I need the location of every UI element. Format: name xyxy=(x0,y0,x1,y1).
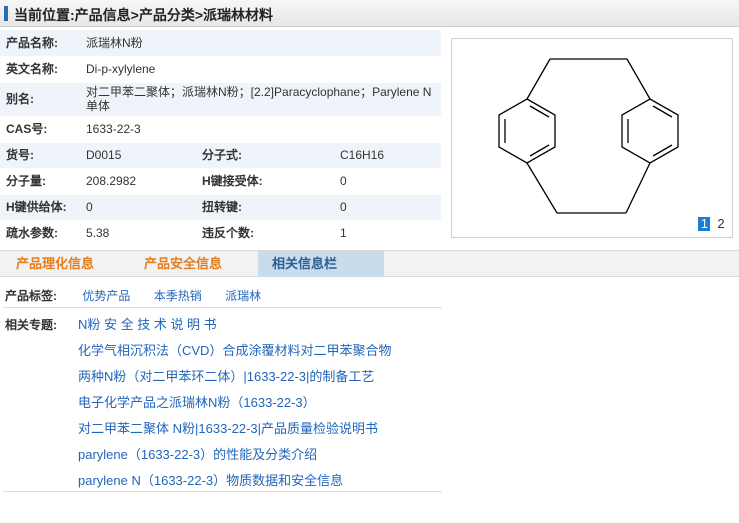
product-name-value: 派瑞林N粉 xyxy=(80,30,441,57)
item-code-value: D0015 xyxy=(80,142,196,169)
cas-value: 1633-22-3 xyxy=(80,116,441,143)
cas-label: CAS号: xyxy=(0,116,80,143)
tab-physchem-info[interactable]: 产品理化信息 xyxy=(16,251,116,277)
structure-image-box: 1 2 xyxy=(451,38,733,238)
property-row: 货号: D0015 分子式: C16H16 xyxy=(0,142,441,169)
related-topics-label: 相关专题: xyxy=(5,318,57,332)
tab-safety-info[interactable]: 产品安全信息 xyxy=(144,251,244,277)
h-bond-donor-value: 0 xyxy=(80,194,196,221)
tab-related-info[interactable]: 相关信息栏 xyxy=(258,251,384,277)
topic-link[interactable]: 对二甲苯二聚体 N粉|1633-22-3|产品质量检验说明书 xyxy=(78,418,378,437)
image-pager: 1 2 xyxy=(697,216,727,231)
english-name-value: Di-p-xylylene xyxy=(80,56,441,83)
logp-label: 疏水参数: xyxy=(0,220,80,247)
property-row: 产品名称: 派瑞林N粉 xyxy=(0,30,441,57)
topic-link[interactable]: 两种N粉（对二甲苯环二体）|1633-22-3|的制备工艺 xyxy=(78,366,374,385)
breadcrumb: 当前位置:产品信息>产品分类>派瑞林材料 xyxy=(14,7,274,23)
info-tabs: 产品理化信息 产品安全信息 相关信息栏 xyxy=(0,250,739,277)
product-tags: 产品标签: 优势产品 本季热销 派瑞林 xyxy=(5,287,281,304)
item-code-label: 货号: xyxy=(0,142,80,169)
rotatable-bonds-label: 扭转键: xyxy=(196,194,334,221)
english-name-label: 英文名称: xyxy=(0,56,80,83)
product-name-label: 产品名称: xyxy=(0,30,80,57)
topics-divider xyxy=(3,491,442,492)
violations-label: 违反个数: xyxy=(196,220,334,247)
rotatable-bonds-value: 0 xyxy=(334,194,441,221)
property-row: 英文名称: Di-p-xylylene xyxy=(0,56,441,83)
tag-link[interactable]: 本季热销 xyxy=(154,289,202,303)
topic-link[interactable]: 电子化学产品之派瑞林N粉（1633-22-3） xyxy=(78,392,316,411)
property-row: CAS号: 1633-22-3 xyxy=(0,116,441,143)
molecular-structure-image xyxy=(498,58,679,214)
property-row: 分子量: 208.2982 H键接受体: 0 xyxy=(0,168,441,195)
h-bond-acceptor-value: 0 xyxy=(334,168,441,195)
alias-value: 对二甲苯二聚体；派瑞林N粉；[2.2]Paracyclophane；Paryle… xyxy=(80,82,441,117)
molecular-weight-label: 分子量: xyxy=(0,168,80,195)
tag-link[interactable]: 派瑞林 xyxy=(225,289,261,303)
tags-divider xyxy=(3,307,442,308)
tag-link[interactable]: 优势产品 xyxy=(82,289,130,303)
formula-label: 分子式: xyxy=(196,142,334,169)
property-row: H键供给体: 0 扭转键: 0 xyxy=(0,194,441,221)
alias-label: 别名: xyxy=(0,82,80,117)
topic-link[interactable]: 化学气相沉积法（CVD）合成涂覆材料对二甲苯聚合物 xyxy=(78,340,391,359)
violations-value: 1 xyxy=(334,220,441,247)
formula-value: C16H16 xyxy=(334,142,441,169)
logp-value: 5.38 xyxy=(80,220,196,247)
h-bond-acceptor-label: H键接受体: xyxy=(196,168,334,195)
topic-link[interactable]: parylene N（1633-22-3）物质数据和安全信息 xyxy=(78,470,343,489)
product-tags-label: 产品标签: xyxy=(5,289,57,303)
product-properties-table: 产品名称: 派瑞林N粉 英文名称: Di-p-xylylene 别名: 对二甲苯… xyxy=(0,30,441,247)
topic-link[interactable]: N粉 安 全 技 术 说 明 书 xyxy=(78,314,217,333)
image-page-1[interactable]: 1 xyxy=(698,217,711,231)
h-bond-donor-label: H键供给体: xyxy=(0,194,80,221)
topic-link[interactable]: parylene（1633-22-3）的性能及分类介绍 xyxy=(78,444,317,463)
location-header: 当前位置:产品信息>产品分类>派瑞林材料 xyxy=(0,0,739,27)
molecular-weight-value: 208.2982 xyxy=(80,168,196,195)
image-page-2[interactable]: 2 xyxy=(715,217,727,231)
header-accent-bar xyxy=(4,6,8,21)
property-row: 别名: 对二甲苯二聚体；派瑞林N粉；[2.2]Paracyclophane；Pa… xyxy=(0,82,441,117)
property-row: 疏水参数: 5.38 违反个数: 1 xyxy=(0,220,441,247)
